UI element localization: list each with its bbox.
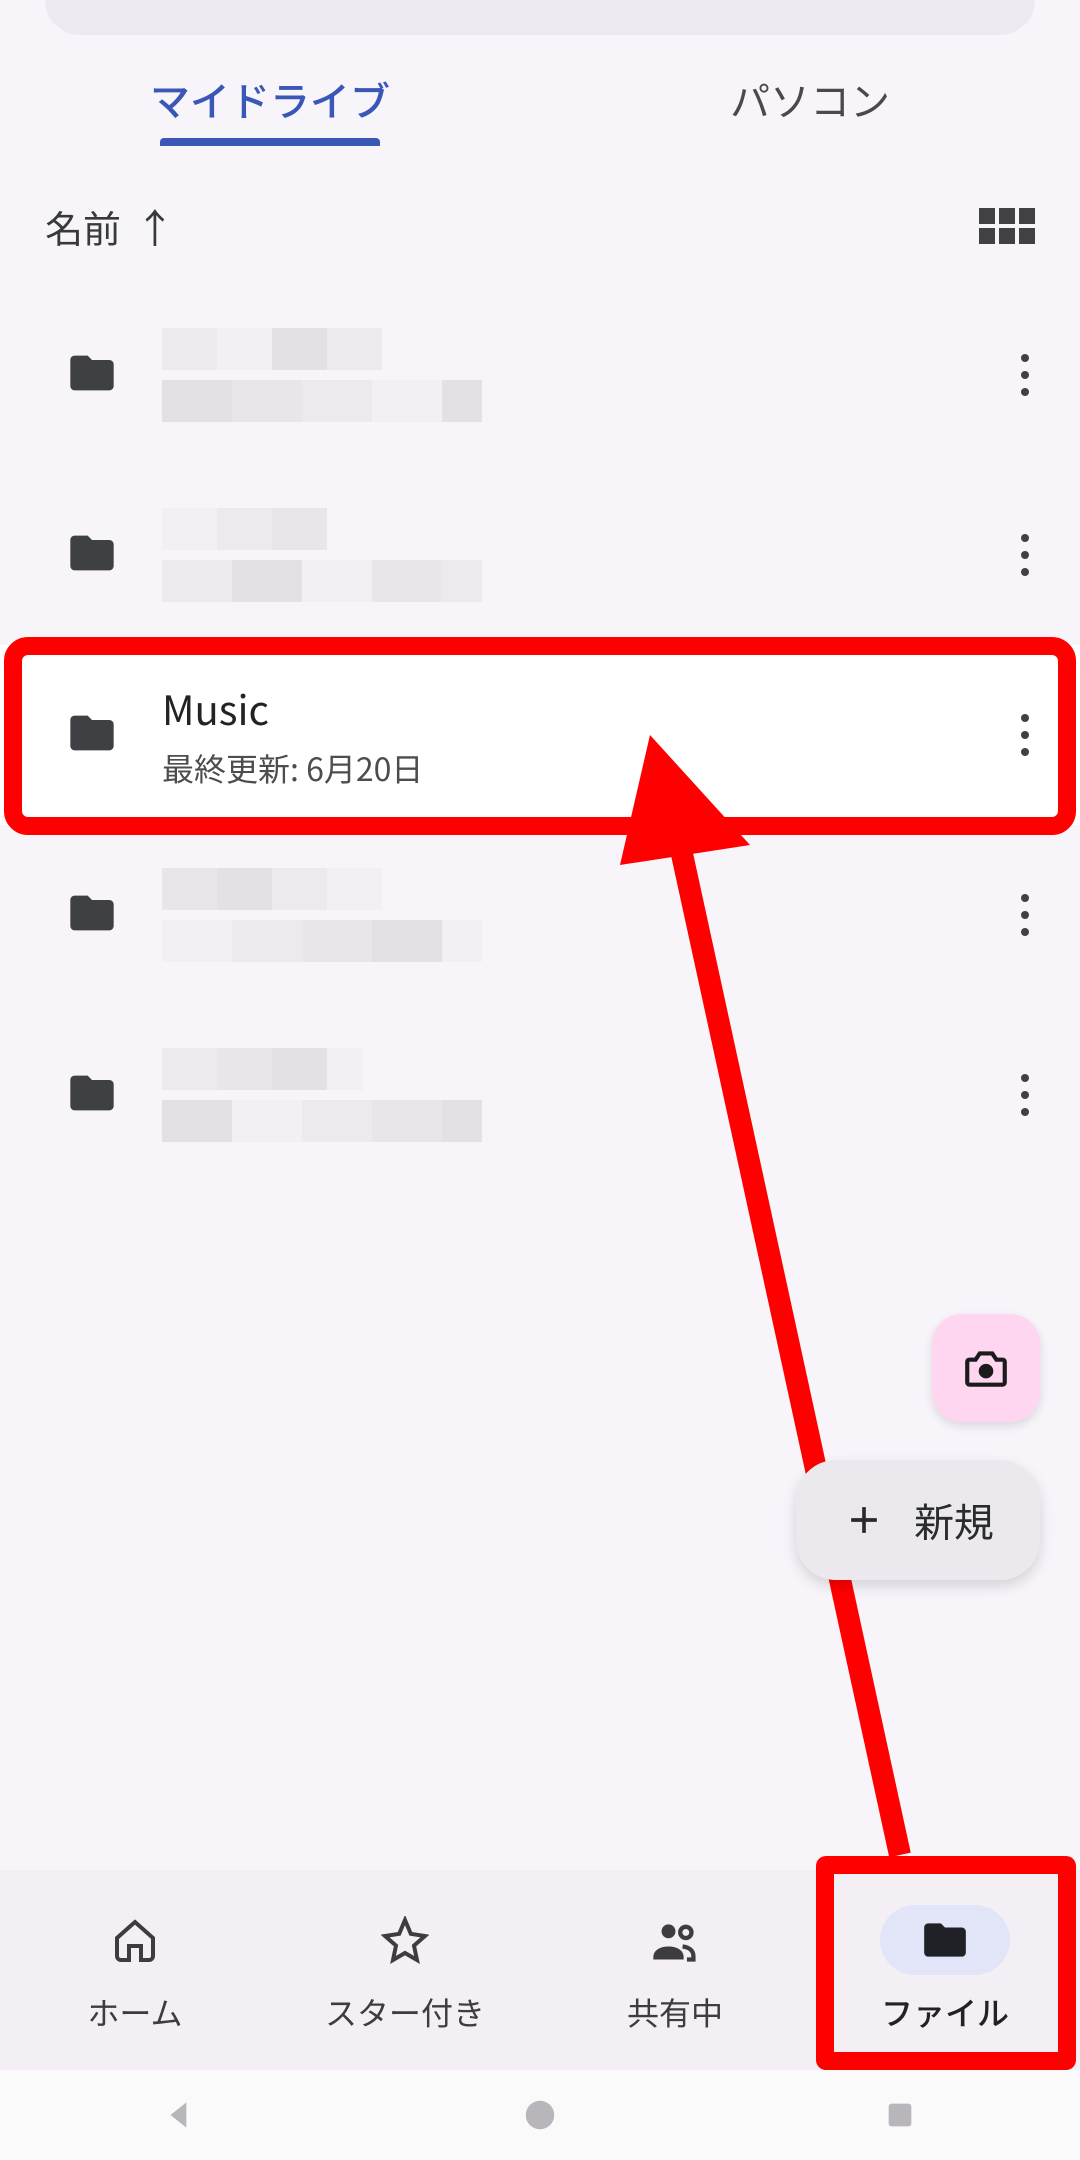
folder-icon bbox=[66, 707, 118, 764]
more-options-button[interactable] bbox=[990, 1074, 1060, 1116]
grid-icon bbox=[979, 208, 1035, 244]
item-title: Music bbox=[162, 679, 950, 737]
plus-icon bbox=[842, 1498, 886, 1542]
square-icon bbox=[883, 2098, 917, 2132]
folder-icon bbox=[66, 347, 118, 404]
bottom-nav: ホーム スター付き 共有中 ファイル bbox=[0, 1870, 1080, 2070]
system-nav-bar bbox=[0, 2070, 1080, 2160]
nav-shared[interactable]: 共有中 bbox=[540, 1870, 810, 2070]
drive-screen: マイドライブ パソコン 名前 ↑ bbox=[0, 0, 1080, 2160]
nav-label: ファイル bbox=[881, 1989, 1009, 2035]
file-list: Music 最終更新: 6月20日 bbox=[0, 285, 1080, 1870]
folder-icon bbox=[920, 1915, 970, 1965]
more-vert-icon bbox=[1021, 534, 1029, 576]
folder-icon bbox=[66, 887, 118, 944]
folder-icon bbox=[66, 527, 118, 584]
nav-home[interactable]: ホーム bbox=[0, 1870, 270, 2070]
list-item[interactable] bbox=[0, 285, 1080, 465]
nav-label: 共有中 bbox=[627, 1989, 723, 2035]
folder-icon bbox=[66, 1067, 118, 1124]
more-options-button[interactable] bbox=[990, 894, 1060, 936]
back-triangle-icon bbox=[161, 2096, 199, 2134]
more-vert-icon bbox=[1021, 894, 1029, 936]
tab-computers[interactable]: パソコン bbox=[540, 53, 1080, 163]
nav-starred[interactable]: スター付き bbox=[270, 1870, 540, 2070]
tab-label: パソコン bbox=[730, 70, 890, 128]
blurred-placeholder bbox=[162, 508, 950, 602]
blurred-placeholder bbox=[162, 1048, 950, 1142]
arrow-up-icon: ↑ bbox=[135, 197, 175, 255]
tab-my-drive[interactable]: マイドライブ bbox=[0, 53, 540, 163]
nav-label: スター付き bbox=[325, 1989, 485, 2035]
tab-label: マイドライブ bbox=[150, 70, 390, 128]
sort-label: 名前 bbox=[45, 199, 121, 254]
sort-bar: 名前 ↑ bbox=[0, 163, 1080, 285]
list-item[interactable] bbox=[0, 465, 1080, 645]
home-icon bbox=[111, 1916, 159, 1964]
more-options-button[interactable] bbox=[990, 354, 1060, 396]
system-back-button[interactable] bbox=[155, 2090, 205, 2140]
more-options-button[interactable] bbox=[990, 714, 1060, 756]
more-vert-icon bbox=[1021, 354, 1029, 396]
system-recents-button[interactable] bbox=[875, 2090, 925, 2140]
drive-tabs: マイドライブ パソコン bbox=[0, 53, 1080, 163]
list-item[interactable] bbox=[0, 1005, 1080, 1185]
circle-icon bbox=[521, 2096, 559, 2134]
new-fab-label: 新規 bbox=[914, 1491, 994, 1549]
nav-label: ホーム bbox=[87, 1989, 182, 2035]
more-options-button[interactable] bbox=[990, 534, 1060, 576]
blurred-placeholder bbox=[162, 328, 950, 422]
nav-files[interactable]: ファイル bbox=[810, 1870, 1080, 2070]
blurred-placeholder bbox=[162, 868, 950, 962]
search-bar[interactable] bbox=[45, 0, 1035, 35]
camera-icon bbox=[961, 1343, 1011, 1393]
tab-underline bbox=[700, 138, 920, 146]
new-fab[interactable]: 新規 bbox=[796, 1460, 1040, 1580]
star-icon bbox=[381, 1916, 429, 1964]
more-vert-icon bbox=[1021, 1074, 1029, 1116]
shared-icon bbox=[649, 1914, 701, 1966]
sort-button[interactable]: 名前 ↑ bbox=[45, 197, 175, 255]
more-vert-icon bbox=[1021, 714, 1029, 756]
item-subtitle: 最終更新: 6月20日 bbox=[162, 745, 950, 791]
grid-view-button[interactable] bbox=[979, 208, 1035, 244]
system-home-button[interactable] bbox=[515, 2090, 565, 2140]
list-item[interactable] bbox=[0, 825, 1080, 1005]
list-item-music[interactable]: Music 最終更新: 6月20日 bbox=[0, 645, 1080, 825]
tab-underline bbox=[160, 138, 380, 146]
camera-fab[interactable] bbox=[932, 1314, 1040, 1422]
